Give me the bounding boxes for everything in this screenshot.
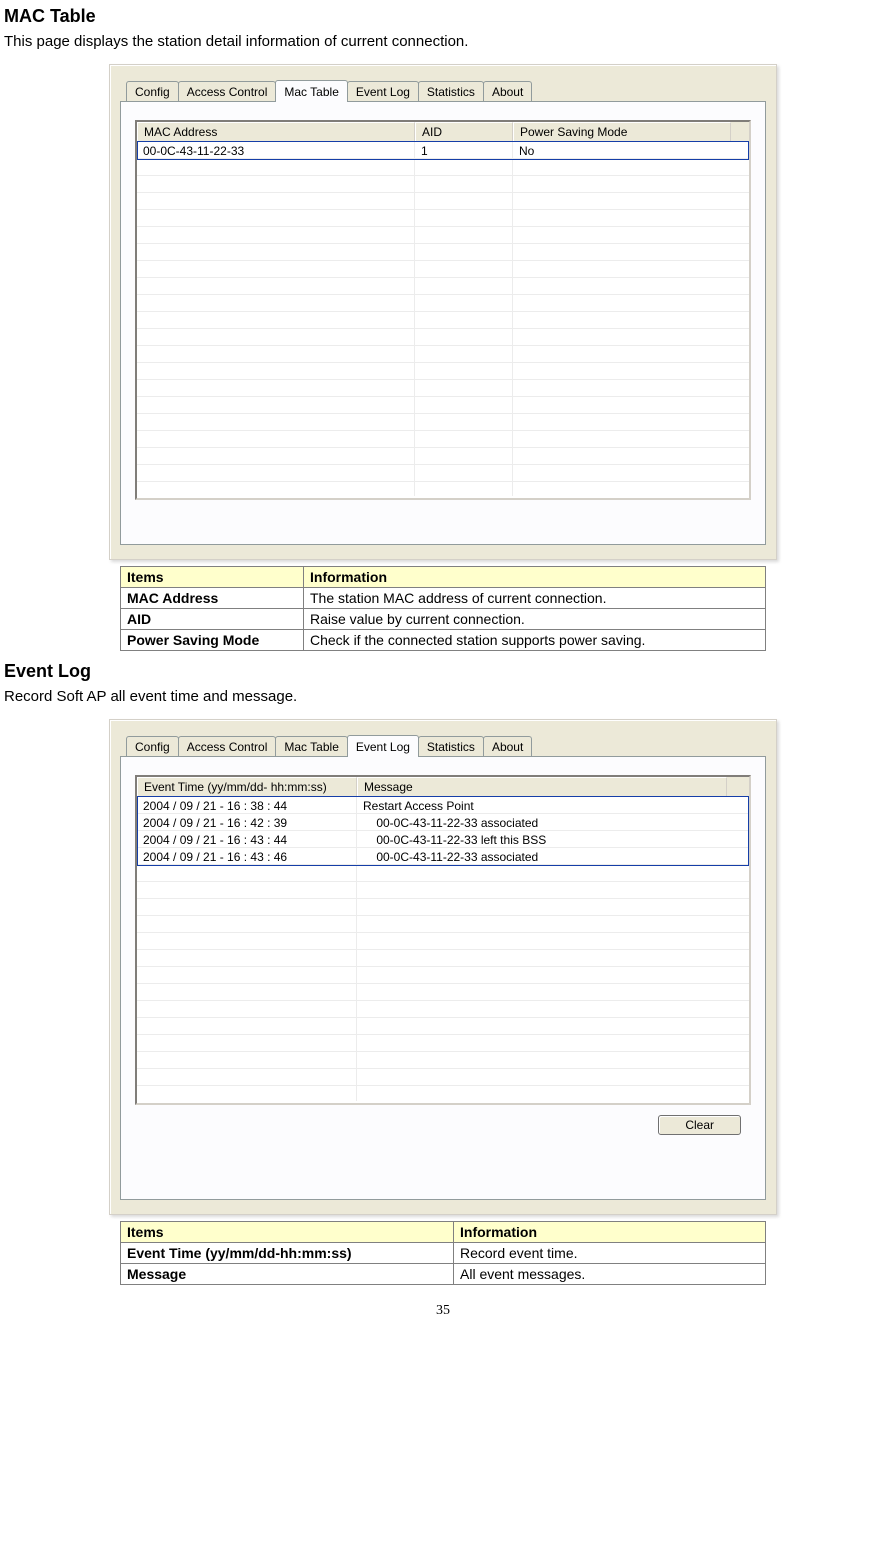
event-log-tabsheet: Event Time (yy/mm/dd- hh:mm:ss) Message … [120, 756, 766, 1200]
cell-msg: 00-0C-43-11-22-33 left this BSS [357, 833, 727, 847]
cell-psm: No [513, 144, 731, 158]
tab-access-control[interactable]: Access Control [178, 81, 277, 101]
desc-item: Message [121, 1264, 454, 1285]
cell-msg: 00-0C-43-11-22-33 associated [357, 850, 727, 864]
cell-time: 2004 / 09 / 21 - 16 : 42 : 39 [137, 816, 357, 830]
mac-table-app-frame: Config Access Control Mac Table Event Lo… [109, 64, 777, 560]
mac-listview[interactable]: MAC Address AID Power Saving Mode 00-0C-… [135, 120, 751, 500]
tab-event-log[interactable]: Event Log [347, 735, 419, 757]
mac-table-tabsheet: MAC Address AID Power Saving Mode 00-0C-… [120, 101, 766, 545]
tab-mac-table[interactable]: Mac Table [275, 80, 347, 102]
cell-mac: 00-0C-43-11-22-33 [137, 144, 415, 158]
tab-about[interactable]: About [483, 736, 532, 756]
event-log-app-frame: Config Access Control Mac Table Event Lo… [109, 719, 777, 1215]
desc-item: MAC Address [121, 588, 304, 609]
event-log-desc: Record Soft AP all event time and messag… [4, 688, 882, 705]
mac-listview-header: MAC Address AID Power Saving Mode [137, 122, 749, 142]
cell-time: 2004 / 09 / 21 - 16 : 38 : 44 [137, 799, 357, 813]
desc-header-info: Information [304, 567, 766, 588]
col-aid[interactable]: AID [415, 122, 513, 141]
page-number: 35 [4, 1303, 882, 1319]
tab-access-control[interactable]: Access Control [178, 736, 277, 756]
tab-bar: Config Access Control Mac Table Event Lo… [126, 79, 766, 101]
col-event-time[interactable]: Event Time (yy/mm/dd- hh:mm:ss) [137, 777, 357, 796]
event-listview-header: Event Time (yy/mm/dd- hh:mm:ss) Message [137, 777, 749, 797]
event-desc-table: Items Information Event Time (yy/mm/dd-h… [120, 1221, 766, 1285]
cell-time: 2004 / 09 / 21 - 16 : 43 : 46 [137, 850, 357, 864]
col-power-saving[interactable]: Power Saving Mode [513, 122, 731, 141]
table-row[interactable]: 2004 / 09 / 21 - 16 : 38 : 44 Restart Ac… [137, 797, 749, 814]
desc-item: Event Time (yy/mm/dd-hh:mm:ss) [121, 1243, 454, 1264]
tab-mac-table[interactable]: Mac Table [275, 736, 347, 756]
tab-bar: Config Access Control Mac Table Event Lo… [126, 734, 766, 756]
desc-info: Raise value by current connection. [304, 609, 766, 630]
tab-event-log[interactable]: Event Log [347, 81, 419, 101]
desc-info: Record event time. [454, 1243, 766, 1264]
mac-table-desc: This page displays the station detail in… [4, 33, 882, 50]
table-row[interactable]: 2004 / 09 / 21 - 16 : 43 : 44 00-0C-43-1… [137, 831, 749, 848]
desc-item: AID [121, 609, 304, 630]
desc-info: The station MAC address of current conne… [304, 588, 766, 609]
mac-listview-body: 00-0C-43-11-22-33 1 No [137, 142, 749, 496]
event-listview-body: 2004 / 09 / 21 - 16 : 38 : 44 Restart Ac… [137, 797, 749, 1101]
table-row[interactable]: 00-0C-43-11-22-33 1 No [137, 142, 749, 159]
tab-config[interactable]: Config [126, 736, 179, 756]
desc-header-info: Information [454, 1222, 766, 1243]
desc-info: All event messages. [454, 1264, 766, 1285]
event-log-heading: Event Log [4, 661, 882, 682]
cell-msg: Restart Access Point [357, 799, 727, 813]
desc-item: Power Saving Mode [121, 630, 304, 651]
col-message[interactable]: Message [357, 777, 727, 796]
desc-header-items: Items [121, 1222, 454, 1243]
table-row[interactable]: 2004 / 09 / 21 - 16 : 43 : 46 00-0C-43-1… [137, 848, 749, 865]
cell-aid: 1 [415, 144, 513, 158]
desc-info: Check if the connected station supports … [304, 630, 766, 651]
tab-statistics[interactable]: Statistics [418, 81, 484, 101]
clear-button[interactable]: Clear [658, 1115, 741, 1135]
desc-header-items: Items [121, 567, 304, 588]
tab-about[interactable]: About [483, 81, 532, 101]
tab-config[interactable]: Config [126, 81, 179, 101]
tab-statistics[interactable]: Statistics [418, 736, 484, 756]
cell-time: 2004 / 09 / 21 - 16 : 43 : 44 [137, 833, 357, 847]
event-listview[interactable]: Event Time (yy/mm/dd- hh:mm:ss) Message … [135, 775, 751, 1105]
cell-msg: 00-0C-43-11-22-33 associated [357, 816, 727, 830]
col-mac-address[interactable]: MAC Address [137, 122, 415, 141]
table-row[interactable]: 2004 / 09 / 21 - 16 : 42 : 39 00-0C-43-1… [137, 814, 749, 831]
mac-desc-table: Items Information MAC Address The statio… [120, 566, 766, 651]
mac-table-heading: MAC Table [4, 6, 882, 27]
